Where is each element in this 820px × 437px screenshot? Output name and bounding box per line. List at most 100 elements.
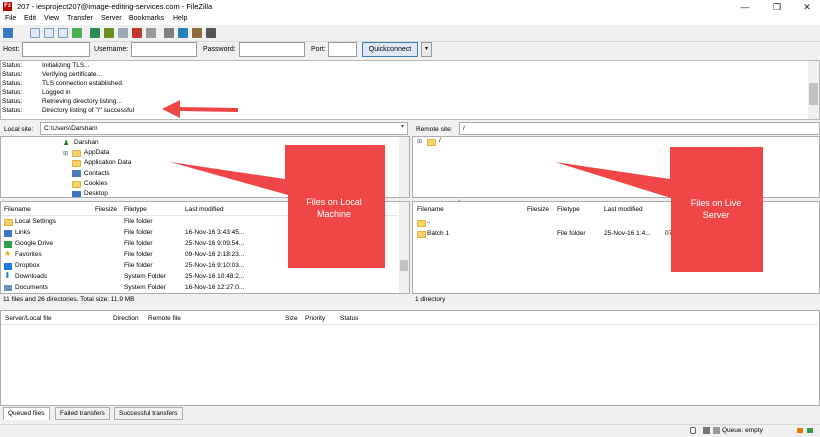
- process-queue-icon[interactable]: [104, 28, 114, 38]
- file-modified: 16-Nov-16 12:27:0...: [185, 284, 245, 291]
- expand-icon[interactable]: ⊞: [63, 150, 68, 157]
- queue-header-server-file[interactable]: Server/Local file: [5, 315, 52, 322]
- log-scroll-thumb[interactable]: [809, 83, 818, 105]
- file-name[interactable]: Google Drive: [15, 240, 53, 247]
- tab-queued-files[interactable]: Queued files: [3, 407, 50, 420]
- tab-successful-transfers[interactable]: Successful transfers: [114, 407, 183, 420]
- queue-header-remote-file[interactable]: Remote file: [148, 315, 181, 322]
- server-icon: [703, 427, 710, 434]
- documents-icon: [4, 285, 12, 291]
- queue-header-status[interactable]: Status: [340, 315, 358, 322]
- log-message: TLS connection established.: [42, 80, 124, 87]
- toggle-queue-icon[interactable]: [72, 28, 82, 38]
- port-label: Port:: [311, 46, 326, 53]
- local-file-scrollbar[interactable]: [399, 202, 409, 293]
- google-drive-icon: [4, 241, 12, 248]
- menu-view[interactable]: View: [44, 15, 59, 22]
- menu-bookmarks[interactable]: Bookmarks: [129, 15, 164, 22]
- username-input[interactable]: [131, 42, 197, 57]
- file-type: System Folder: [124, 284, 166, 291]
- local-site-label: Local site:: [4, 126, 34, 133]
- site-manager-icon[interactable]: [3, 28, 13, 38]
- cancel-icon[interactable]: [118, 28, 128, 38]
- log-status: Status:: [2, 62, 23, 69]
- log-message: Retrieving directory listing...: [42, 98, 122, 105]
- directory-compare-icon[interactable]: [164, 28, 174, 38]
- desktop-icon: [72, 191, 81, 197]
- local-path-dropdown-icon[interactable]: ▾: [401, 123, 407, 134]
- maximize-button[interactable]: ❐: [762, 0, 792, 14]
- local-site-path-input[interactable]: [40, 122, 408, 135]
- local-header-filetype[interactable]: Filetype: [124, 206, 147, 213]
- tree-item-contacts[interactable]: Contacts: [84, 170, 110, 177]
- file-name[interactable]: Dropbox: [15, 262, 40, 269]
- refresh-icon[interactable]: [90, 28, 100, 38]
- filezilla-logo-icon: Fz: [3, 2, 12, 11]
- folder-icon: [72, 181, 81, 188]
- download-arrow-icon: ⬇: [4, 271, 11, 280]
- remote-site-path-input[interactable]: [459, 122, 820, 135]
- tree-item-appdata[interactable]: AppData: [84, 149, 109, 156]
- log-status: Status:: [2, 80, 23, 87]
- local-tree-scrollbar[interactable]: [399, 137, 409, 197]
- folder-icon: [72, 150, 81, 157]
- binoculars-icon[interactable]: [206, 28, 216, 38]
- arrow-annotation: [162, 100, 239, 118]
- file-name[interactable]: ..: [427, 218, 431, 225]
- remote-header-filesize[interactable]: Filesize: [527, 206, 549, 213]
- file-name[interactable]: Favorites: [15, 251, 42, 258]
- menu-server[interactable]: Server: [101, 15, 122, 22]
- queue-status: Queue: empty: [722, 427, 763, 434]
- minimize-button[interactable]: —: [730, 0, 760, 14]
- toggle-remote-tree-icon[interactable]: [58, 28, 68, 38]
- star-icon: ★: [4, 249, 12, 258]
- sort-ascending-icon: ^: [458, 200, 461, 206]
- file-name[interactable]: Downloads: [15, 273, 47, 280]
- menu-transfer[interactable]: Transfer: [67, 15, 93, 22]
- quickconnect-button[interactable]: Quickconnect: [362, 42, 418, 57]
- local-file-scroll-thumb[interactable]: [400, 260, 408, 271]
- sync-browsing-icon[interactable]: [178, 28, 188, 38]
- host-input[interactable]: [22, 42, 90, 57]
- menu-help[interactable]: Help: [173, 15, 187, 22]
- password-input[interactable]: [239, 42, 305, 57]
- tree-item-desktop[interactable]: Desktop: [84, 190, 108, 197]
- tab-failed-transfers[interactable]: Failed transfers: [55, 407, 110, 420]
- toggle-log-icon[interactable]: [30, 28, 40, 38]
- menu-edit[interactable]: Edit: [24, 15, 36, 22]
- tree-item-application-data[interactable]: Application Data: [84, 159, 131, 166]
- file-name[interactable]: Batch 1: [427, 230, 449, 237]
- dropbox-icon: [4, 263, 12, 270]
- tree-item-darshan[interactable]: Darshan: [74, 139, 99, 146]
- disconnect-icon[interactable]: [132, 28, 142, 38]
- window-title: 207 - iesproject207@image-editing-servic…: [17, 2, 213, 11]
- file-name[interactable]: Local Settings: [15, 218, 56, 225]
- log-status: Status:: [2, 107, 23, 114]
- queue-header-priority[interactable]: Priority: [305, 315, 325, 322]
- log-message: Initializing TLS...: [42, 62, 90, 69]
- remote-header-filename[interactable]: Filename: [417, 206, 444, 213]
- local-summary: 11 files and 26 directories. Total size:…: [3, 296, 135, 303]
- reconnect-icon[interactable]: [146, 28, 156, 38]
- quickconnect-dropdown-icon[interactable]: ▾: [421, 42, 432, 57]
- local-header-filename[interactable]: Filename: [4, 206, 31, 213]
- local-header-filesize[interactable]: Filesize: [95, 206, 117, 213]
- tree-item-root[interactable]: /: [439, 137, 441, 144]
- file-name[interactable]: Documents: [15, 284, 48, 291]
- search-files-icon[interactable]: [192, 28, 202, 38]
- transfer-led-icon: [807, 428, 813, 433]
- password-label: Password:: [203, 46, 236, 53]
- folder-icon: [72, 160, 81, 167]
- queue-header-direction[interactable]: Direction: [113, 315, 139, 322]
- toggle-local-tree-icon[interactable]: [44, 28, 54, 38]
- file-name[interactable]: Links: [15, 229, 30, 236]
- tree-item-cookies[interactable]: Cookies: [84, 180, 107, 187]
- port-input[interactable]: [328, 42, 357, 57]
- file-type: File folder: [124, 240, 153, 247]
- expand-icon[interactable]: ⊞: [417, 138, 422, 145]
- file-type: File folder: [124, 218, 153, 225]
- file-type: File folder: [124, 229, 153, 236]
- menu-file[interactable]: File: [5, 15, 16, 22]
- close-button[interactable]: ✕: [792, 0, 820, 14]
- queue-header-size[interactable]: Size: [285, 315, 298, 322]
